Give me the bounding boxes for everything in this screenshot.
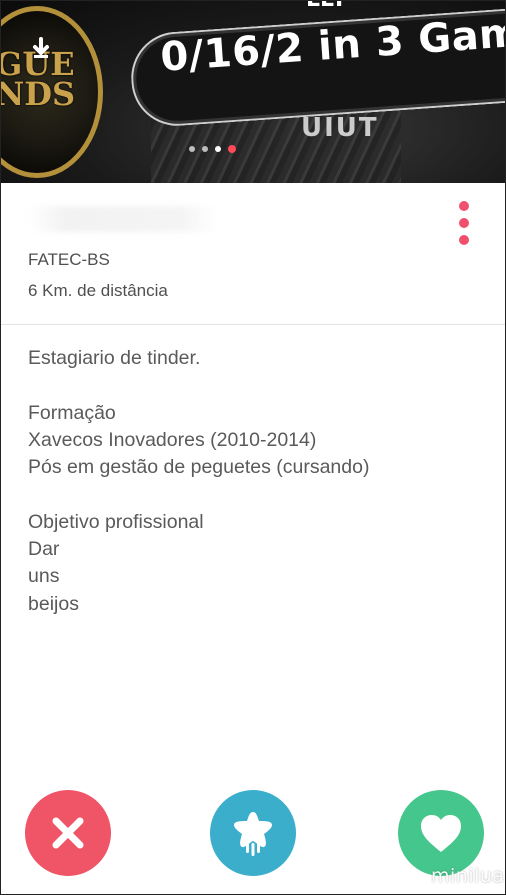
photo-dot[interactable] — [189, 146, 195, 152]
name-redacted — [28, 206, 218, 232]
download-arrow-icon[interactable] — [30, 37, 52, 59]
star-icon — [234, 812, 272, 856]
menu-dot — [459, 235, 469, 245]
photo-dot-active[interactable] — [228, 145, 236, 153]
shirt-text: UIUT — [301, 113, 379, 143]
photo-dot[interactable] — [215, 146, 221, 152]
divider — [1, 324, 505, 325]
photo-dot[interactable] — [202, 146, 208, 152]
photo-top-text: LEP — [306, 1, 351, 12]
more-options-button[interactable] — [453, 201, 475, 245]
distance-label: 6 Km. de distância — [28, 281, 168, 300]
superlike-button[interactable] — [210, 790, 296, 876]
profile-photo[interactable]: LEP UIUT 0/16/2 in 3 Games GUE NDS — [1, 1, 505, 183]
nope-button[interactable] — [25, 790, 111, 876]
close-icon — [52, 817, 84, 849]
heart-icon — [421, 815, 461, 852]
school-label: FATEC-BS — [28, 250, 110, 269]
watermark: minilua — [431, 865, 505, 887]
bio-text: Estagiario de tinder. Formação Xavecos I… — [28, 347, 370, 615]
profile-card: LEP UIUT 0/16/2 in 3 Games GUE NDS FATEC… — [0, 0, 506, 895]
menu-dot — [459, 218, 469, 228]
menu-dot — [459, 201, 469, 211]
like-button[interactable] — [398, 790, 484, 876]
photo-pagination — [189, 145, 236, 153]
